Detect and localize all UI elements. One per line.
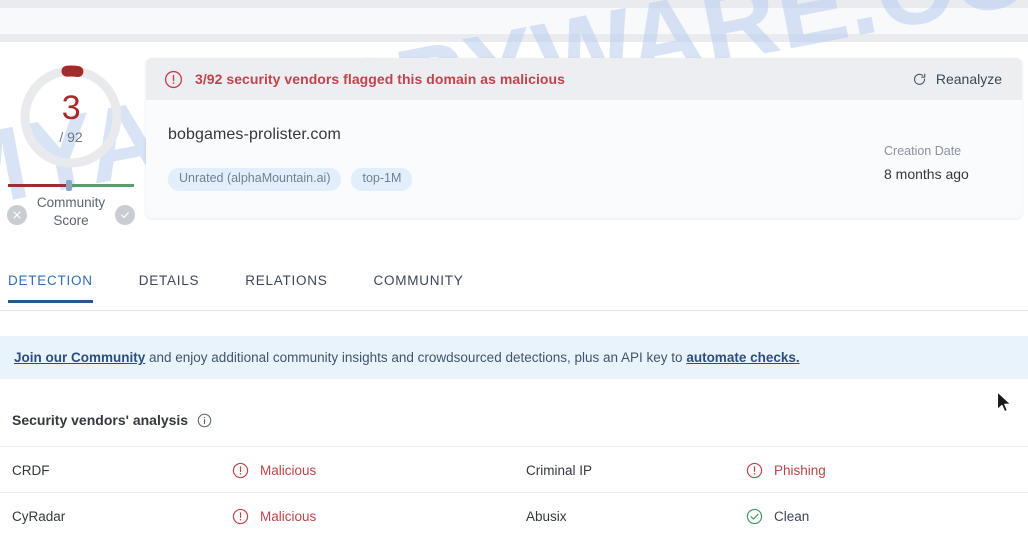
join-community-middle-text: and enjoy additional community insights … [145,350,687,365]
domain-summary-card: 3/92 security vendors flagged this domai… [146,58,1022,218]
domain-name: bobgames-prolister.com [168,126,341,143]
info-circle-icon[interactable] [197,413,212,428]
vendor-verdict: Phishing [746,447,1028,493]
community-score-label-line1: Community [36,195,106,210]
vendor-name: CRDF [12,462,50,478]
creation-date-label: Creation Date [884,144,962,158]
tab-community[interactable]: COMMUNITY [374,268,464,302]
detection-score-value: 3 [61,88,81,127]
vendor-verdict-label: Malicious [260,508,317,524]
reanalyze-button[interactable]: Reanalyze [912,71,1002,87]
vendor-name: Abusix [526,508,567,524]
vendor-verdict-label: Malicious [260,462,317,478]
reanalyze-label: Reanalyze [935,71,1002,87]
community-score-handle[interactable] [66,180,72,191]
domain-details-body: bobgames-prolister.com Unrated (alphaMou… [146,100,1022,218]
community-score-label-line2: Score [53,213,89,229]
report-tabs: DETECTION DETAILS RELATIONS COMMUNITY [0,268,1028,311]
join-our-community-link[interactable]: Join our Community [14,350,145,365]
table-row: CyRadar Malicious Abusix Clean [0,492,1028,538]
community-score-label: Community Score [28,194,114,230]
community-score-slider[interactable] [8,180,134,191]
community-score-widget: Community Score [7,180,135,230]
exclamation-circle-icon [232,508,249,524]
security-vendors-heading: Security vendors' analysis [12,412,212,428]
malicious-alert-bar: 3/92 security vendors flagged this domai… [146,58,1022,100]
detection-score-center: 3 / 92 [16,62,126,172]
detection-score-donut: 3 / 92 [16,62,126,172]
security-vendors-title: Security vendors' analysis [12,412,189,428]
vendor-verdict: Malicious [232,447,514,493]
join-community-text: Join our Community and enjoy additional … [14,350,800,365]
domain-tag[interactable]: top-1M [351,168,413,191]
vendor-verdict: Clean [746,493,1028,539]
vendor-verdict-label: Clean [774,508,810,524]
security-vendors-table: CRDF Malicious Criminal IP Phishing CyRa… [0,446,1028,538]
detection-score-panel: 3 / 92 Community Score [7,58,135,230]
vendor-name: CyRadar [12,508,66,524]
alert-left-group: 3/92 security vendors flagged this domai… [164,70,565,89]
check-circle-icon [746,508,763,524]
exclamation-circle-icon [746,462,763,478]
report-content: 3 / 92 Community Score 3/92 security ven… [0,0,1028,540]
x-circle-icon[interactable] [7,205,27,225]
check-circle-icon[interactable] [115,205,135,225]
tab-relations[interactable]: RELATIONS [245,268,327,302]
vendor-verdict-label: Phishing [774,462,826,478]
exclamation-circle-icon [164,70,183,88]
alert-message: 3/92 security vendors flagged this domai… [195,71,565,87]
creation-date-value: 8 months ago [884,166,969,182]
join-community-banner: Join our Community and enjoy additional … [0,336,1028,379]
automate-checks-link[interactable]: automate checks. [686,350,799,365]
table-row: CRDF Malicious Criminal IP Phishing [0,446,1028,492]
exclamation-circle-icon [232,462,249,478]
domain-tag-list: Unrated (alphaMountain.ai) top-1M [168,168,1000,191]
domain-tag[interactable]: Unrated (alphaMountain.ai) [168,168,342,191]
community-score-positive-track [71,184,134,187]
refresh-icon [913,73,926,85]
detection-score-total: / 92 [59,128,83,145]
tab-detection[interactable]: DETECTION [8,268,93,303]
tab-details[interactable]: DETAILS [139,268,200,302]
creation-date-block: Creation Date 8 months ago [884,144,1004,183]
vendor-verdict: Malicious [232,493,514,539]
virustotal-domain-report-page: MYANTISPYWARE.COM 3 / 92 [0,0,1028,540]
community-score-negative-track [8,184,71,187]
community-score-row: Community Score [7,194,135,230]
vendor-name: Criminal IP [526,462,593,478]
